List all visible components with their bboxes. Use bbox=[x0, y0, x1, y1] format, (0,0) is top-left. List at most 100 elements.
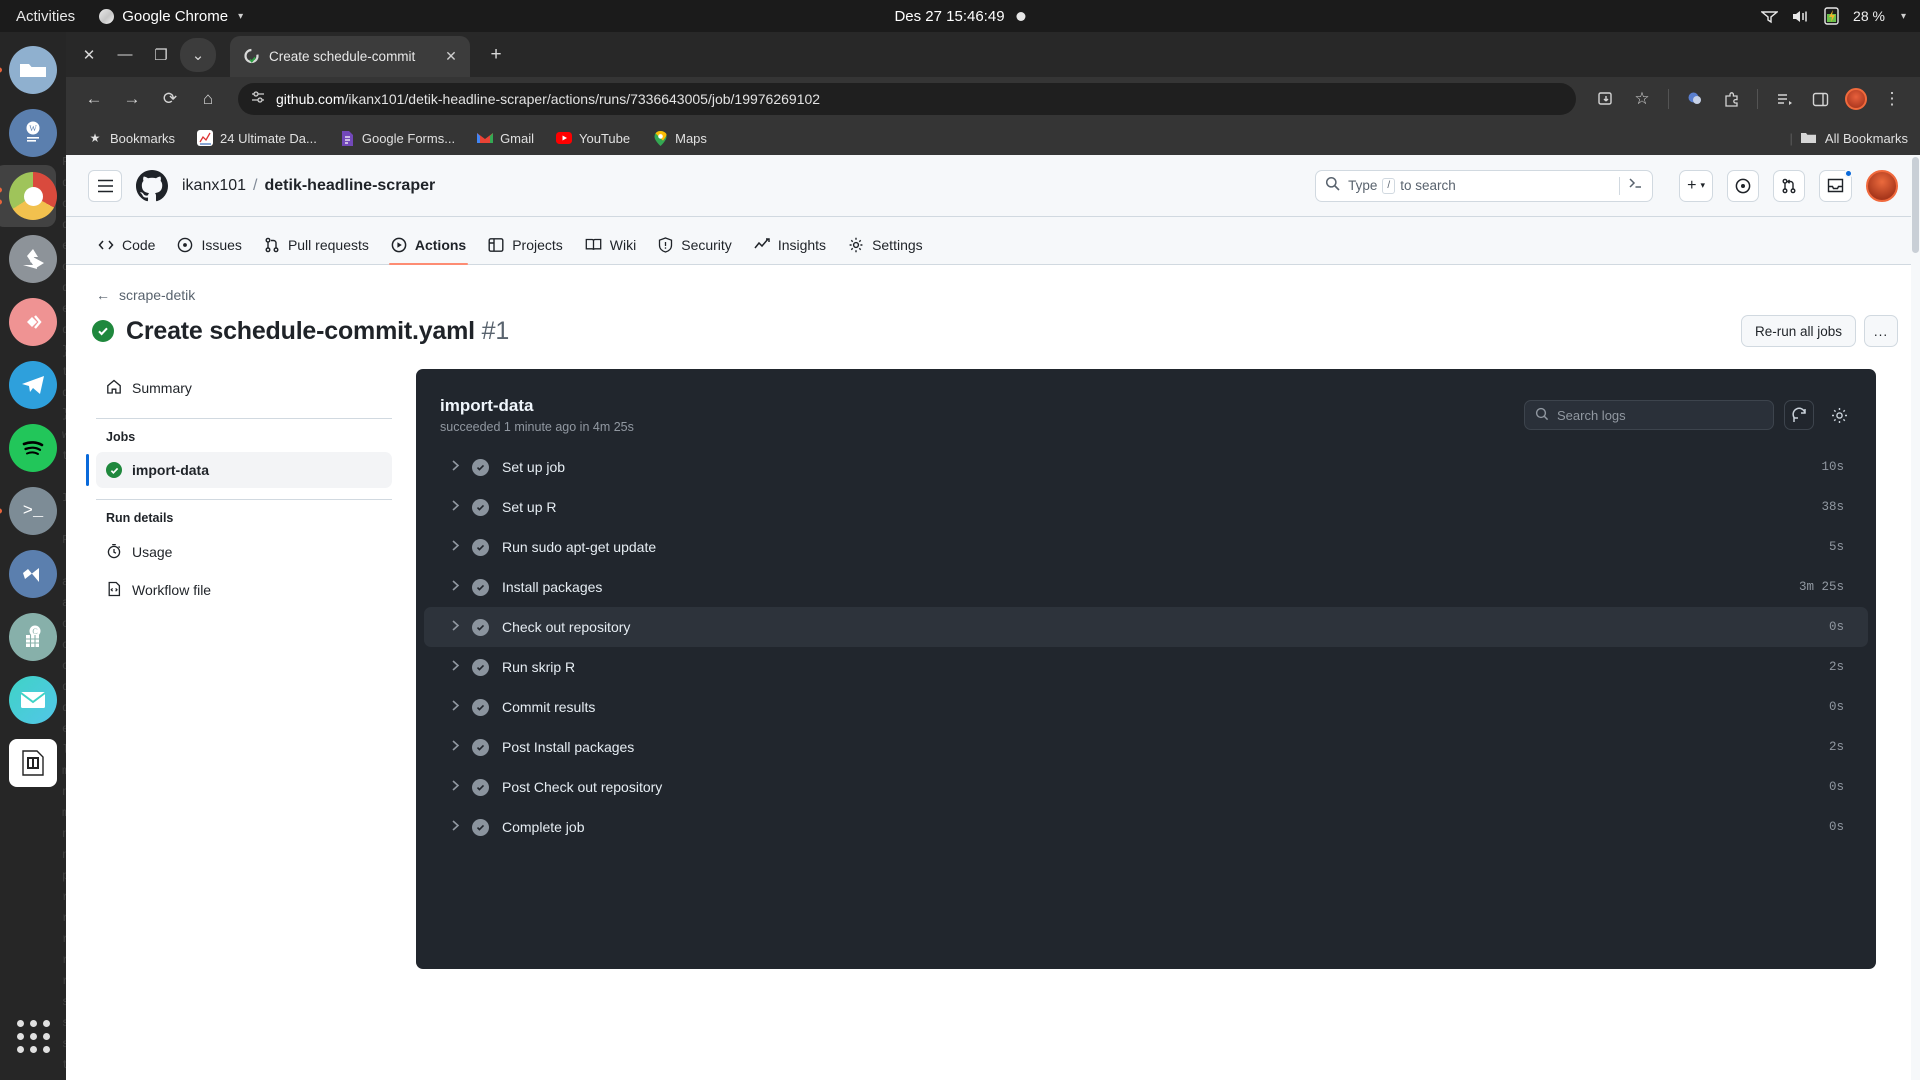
dock[interactable]: W >_ C bbox=[0, 32, 66, 1080]
step-row[interactable]: Complete job 0s bbox=[424, 807, 1868, 847]
tab-projects[interactable]: Projects bbox=[478, 237, 573, 264]
chevron-right-icon[interactable] bbox=[450, 539, 472, 555]
bookmark-item-0[interactable]: 24 Ultimate Da... bbox=[188, 126, 326, 150]
reading-list-icon[interactable] bbox=[1768, 83, 1800, 115]
more-options-button[interactable]: ... bbox=[1864, 315, 1898, 347]
chevron-right-icon[interactable] bbox=[450, 459, 472, 475]
system-tray[interactable]: 28 % ▾ bbox=[1761, 7, 1906, 25]
bookmark-item-1[interactable]: Google Forms... bbox=[330, 126, 464, 150]
chevron-right-icon[interactable] bbox=[450, 619, 472, 635]
dock-item-files[interactable] bbox=[0, 46, 57, 94]
window-minimize-button[interactable]: — bbox=[108, 38, 142, 72]
show-applications-button[interactable] bbox=[9, 1012, 57, 1060]
dock-item-writer[interactable]: W bbox=[9, 109, 57, 157]
back-to-workflow-link[interactable]: ← scrape-detik bbox=[96, 287, 1898, 303]
chevron-right-icon[interactable] bbox=[450, 779, 472, 795]
sidebar-item-summary[interactable]: Summary bbox=[96, 369, 392, 407]
command-palette-icon[interactable] bbox=[1619, 176, 1643, 195]
bookmark-item-2[interactable]: Gmail bbox=[468, 126, 543, 150]
dock-item-diamond[interactable] bbox=[9, 298, 57, 346]
dock-item-backup[interactable] bbox=[9, 235, 57, 283]
browser-menu-icon[interactable]: ⋮ bbox=[1876, 83, 1908, 115]
activities-button[interactable]: Activities bbox=[0, 8, 89, 25]
refresh-icon[interactable] bbox=[1784, 400, 1814, 430]
tab-search-button[interactable]: ⌄ bbox=[180, 37, 216, 72]
success-check-icon bbox=[106, 462, 122, 478]
tab-issues[interactable]: Issues bbox=[167, 237, 251, 264]
all-bookmarks-button[interactable]: | All Bookmarks bbox=[1790, 130, 1908, 146]
sidebar-item-import-data[interactable]: import-data bbox=[86, 452, 392, 488]
step-row[interactable]: Install packages 3m 25s bbox=[424, 567, 1868, 607]
tab-code[interactable]: Code bbox=[88, 237, 165, 264]
notifications-button[interactable] bbox=[1819, 168, 1853, 202]
extensions-icon[interactable] bbox=[1715, 83, 1747, 115]
dock-item-mail[interactable] bbox=[9, 676, 57, 724]
dock-item-chrome[interactable] bbox=[0, 165, 57, 227]
issues-button[interactable] bbox=[1727, 169, 1759, 202]
browser-tab[interactable]: Create schedule-commit ✕ bbox=[230, 36, 470, 77]
home-icon[interactable]: ⌂ bbox=[192, 83, 224, 115]
forward-icon[interactable]: → bbox=[116, 83, 148, 115]
step-label: Run sudo apt-get update bbox=[502, 539, 657, 555]
search-input[interactable]: Type / to search bbox=[1315, 169, 1654, 202]
bookmark-root[interactable]: ★ Bookmarks bbox=[78, 126, 184, 150]
dock-item-telegram[interactable] bbox=[9, 361, 57, 409]
dock-item-terminal[interactable]: >_ bbox=[0, 487, 57, 535]
step-row[interactable]: Set up R 38s bbox=[424, 487, 1868, 527]
sidebar-item-workflow-file[interactable]: Workflow file bbox=[96, 571, 392, 609]
sidebar-item-usage[interactable]: Usage bbox=[96, 533, 392, 571]
step-row[interactable]: Check out repository 0s bbox=[424, 607, 1868, 647]
tab-actions[interactable]: Actions bbox=[381, 237, 476, 265]
step-row[interactable]: Post Install packages 2s bbox=[424, 727, 1868, 767]
bookmark-star-icon[interactable]: ☆ bbox=[1626, 83, 1658, 115]
dock-item-vscode[interactable] bbox=[9, 550, 57, 598]
tab-wiki[interactable]: Wiki bbox=[575, 237, 646, 264]
tab-insights[interactable]: Insights bbox=[744, 237, 836, 264]
step-row[interactable]: Commit results 0s bbox=[424, 687, 1868, 727]
user-avatar[interactable] bbox=[1866, 169, 1898, 202]
tab-security[interactable]: Security bbox=[648, 237, 742, 264]
tab-pull-requests[interactable]: Pull requests bbox=[254, 237, 379, 264]
chevron-right-icon[interactable] bbox=[450, 819, 472, 835]
scrollbar-thumb[interactable] bbox=[1912, 157, 1919, 253]
site-settings-icon[interactable] bbox=[250, 89, 266, 110]
active-app-menu[interactable]: Google Chrome ▾ bbox=[89, 8, 253, 25]
window-restore-button[interactable]: ❐ bbox=[144, 38, 178, 72]
chevron-right-icon[interactable] bbox=[450, 499, 472, 515]
pull-requests-button[interactable] bbox=[1773, 169, 1805, 202]
search-extension-icon[interactable] bbox=[1679, 83, 1711, 115]
page-scrollbar[interactable] bbox=[1911, 155, 1920, 1080]
hamburger-menu-icon[interactable] bbox=[88, 169, 122, 202]
reload-icon[interactable]: ⟳ bbox=[154, 83, 186, 115]
clock[interactable]: Des 27 15:46:49 bbox=[894, 8, 1026, 25]
chevron-right-icon[interactable] bbox=[450, 659, 472, 675]
breadcrumb-repo[interactable]: detik-headline-scraper bbox=[265, 177, 436, 195]
window-close-button[interactable]: ✕ bbox=[72, 38, 106, 72]
tab-settings[interactable]: Settings bbox=[838, 237, 933, 264]
breadcrumb-owner[interactable]: ikanx101 bbox=[182, 177, 246, 195]
dock-item-calc[interactable]: C bbox=[9, 613, 57, 661]
dock-item-spotify[interactable] bbox=[9, 424, 57, 472]
side-panel-icon[interactable] bbox=[1804, 83, 1836, 115]
address-bar[interactable]: github.com/ikanx101/detik-headline-scrap… bbox=[238, 83, 1576, 115]
profile-avatar[interactable] bbox=[1840, 83, 1872, 115]
step-row[interactable]: Run skrip R 2s bbox=[424, 647, 1868, 687]
chevron-right-icon[interactable] bbox=[450, 739, 472, 755]
bookmark-item-4[interactable]: Maps bbox=[643, 126, 716, 150]
dock-item-filemanager[interactable] bbox=[9, 739, 57, 787]
gear-icon[interactable] bbox=[1824, 400, 1854, 430]
create-new-button[interactable]: + ▾ bbox=[1679, 169, 1713, 202]
close-icon[interactable]: ✕ bbox=[442, 48, 460, 65]
back-icon[interactable]: ← bbox=[78, 83, 110, 115]
step-row[interactable]: Set up job 10s bbox=[424, 447, 1868, 487]
step-row[interactable]: Run sudo apt-get update 5s bbox=[424, 527, 1868, 567]
bookmark-item-3[interactable]: YouTube bbox=[547, 126, 639, 150]
new-tab-button[interactable]: + bbox=[480, 44, 512, 66]
chevron-right-icon[interactable] bbox=[450, 699, 472, 715]
github-logo-icon[interactable] bbox=[136, 169, 168, 202]
rerun-all-jobs-button[interactable]: Re-run all jobs bbox=[1740, 315, 1856, 347]
step-row[interactable]: Post Check out repository 0s bbox=[424, 767, 1868, 807]
install-app-icon[interactable] bbox=[1590, 83, 1622, 115]
chevron-right-icon[interactable] bbox=[450, 579, 472, 595]
search-logs-input[interactable]: Search logs bbox=[1524, 400, 1774, 430]
